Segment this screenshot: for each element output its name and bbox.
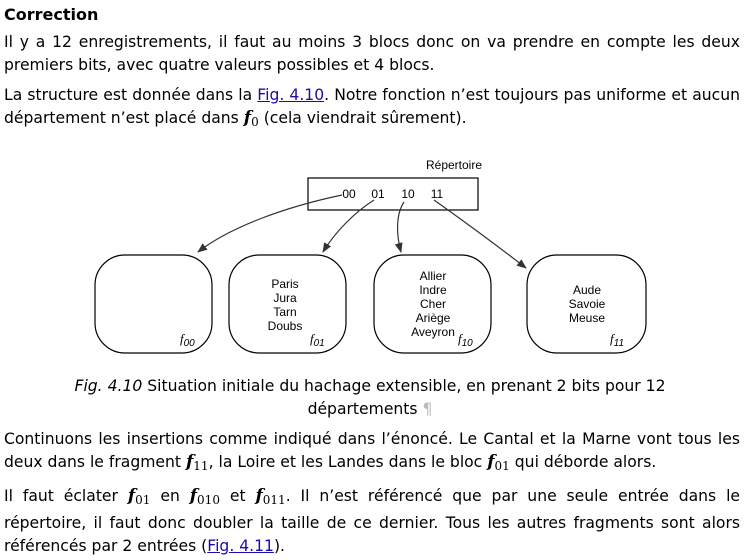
f01-symbol: f [487, 452, 495, 472]
f11-subscript: 11 [193, 459, 209, 473]
directory-entry-11: 11 [431, 187, 444, 201]
para2-text-before: La structure est donnée dans la [4, 86, 258, 104]
directory-entry-01: 01 [371, 187, 385, 201]
para3-text-after: qui déborde alors. [509, 453, 657, 471]
bucket-f01-item: Doubs [268, 319, 303, 333]
document-body: Correction Il y a 12 enregistrements, il… [4, 0, 740, 134]
directory-box [307, 177, 479, 211]
f010-subscript: 010 [197, 493, 220, 507]
para4-text-3: et [219, 487, 256, 505]
paragraph-4: Il faut éclater f01 en f010 et f011. Il … [4, 485, 740, 558]
bucket-f11-label-sub: 11 [614, 338, 624, 349]
bucket-f11-item: Savoie [569, 297, 606, 311]
f0-symbol: f [243, 108, 252, 128]
bucket-f10-label-sub: 10 [462, 338, 474, 349]
f0-subscript: 0 [251, 115, 259, 129]
bucket-f01-item: Jura [273, 291, 297, 305]
f011-subscript: 011 [262, 493, 286, 507]
para4-text-2: en [150, 487, 190, 505]
f01-subscript: 01 [135, 493, 151, 507]
paragraph-3: Continuons les insertions comme indiqué … [4, 428, 740, 478]
figure-link-4-10[interactable]: Fig. 4.10 [257, 86, 324, 104]
para4-text-5: ). [273, 537, 286, 555]
bucket-f01-item: Paris [271, 277, 298, 291]
bucket-f01-item: Tarn [273, 305, 296, 319]
f010-symbol: f [189, 486, 198, 506]
figure-caption: Fig. 4.10 Situation initiale du hachage … [60, 375, 680, 421]
para2-text-after: (cela viendrait sûrement). [258, 109, 467, 127]
f01-subscript: 01 [494, 459, 510, 473]
bucket-f10-item: Cher [420, 297, 446, 311]
paragraph-2: La structure est donnée dans la Fig. 4.1… [4, 84, 740, 134]
caption-text: Situation initiale du hachage extensible… [142, 377, 666, 418]
bucket-f10-item: Aveyron [411, 325, 455, 339]
directory-label: Répertoire [426, 158, 482, 172]
bucket-f11-item: Aude [573, 283, 601, 297]
bucket-f10-item: Indre [419, 283, 447, 297]
hash-figure: Répertoire 00 01 10 11 Paris Jura Tarn D… [80, 152, 680, 367]
bucket-f00-label-sub: 00 [184, 338, 196, 349]
document-body-continued: Continuons les insertions comme indiqué … [4, 428, 740, 558]
para4-text-1: Il faut éclater [4, 487, 128, 505]
figure-link-4-11[interactable]: Fig. 4.11 [207, 537, 274, 555]
bucket-f10-item: Allier [420, 269, 447, 283]
f011-symbol: f [255, 486, 263, 506]
caption-figure-number: Fig. 4.10 [74, 377, 143, 395]
bucket-f01-label-sub: 01 [314, 338, 325, 349]
pilcrow-icon[interactable]: ¶ [423, 400, 433, 418]
bucket-f11-item: Meuse [569, 311, 605, 325]
hash-diagram: Répertoire 00 01 10 11 Paris Jura Tarn D… [94, 158, 647, 354]
directory-entry-10: 10 [401, 187, 415, 201]
paragraph-1: Il y a 12 enregistrements, il faut au mo… [4, 33, 740, 74]
section-heading: Correction [4, 5, 99, 24]
para3-text-middle: , la Loire et les Landes dans le bloc [208, 453, 488, 471]
bucket-f10-item: Ariège [416, 311, 451, 325]
directory-entry-00: 00 [342, 187, 356, 201]
